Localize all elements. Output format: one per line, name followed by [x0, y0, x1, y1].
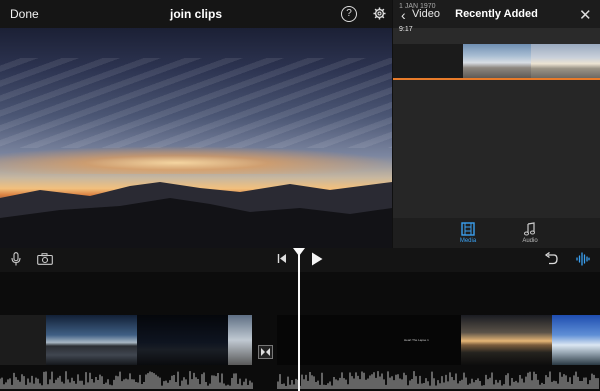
microphone-icon[interactable] — [11, 252, 21, 266]
undo-icon[interactable] — [544, 252, 558, 265]
play-icon[interactable] — [311, 252, 323, 266]
clip-thumbnail[interactable] — [463, 44, 531, 78]
timeline-clip[interactable] — [228, 315, 252, 365]
timeline-clip[interactable] — [0, 315, 46, 365]
timeline-clip[interactable] — [137, 315, 228, 365]
tab-media[interactable]: Media — [453, 218, 483, 248]
mountain-silhouette — [0, 182, 392, 248]
playhead-marker[interactable] — [293, 248, 305, 256]
tab-media-label: Media — [459, 238, 477, 244]
date-section-header — [393, 28, 600, 44]
audio-waveform-icon[interactable] — [576, 252, 590, 266]
video-viewer[interactable] — [0, 28, 392, 248]
music-note-icon — [524, 222, 535, 236]
playhead[interactable] — [298, 248, 300, 391]
clip-thumbnail[interactable] — [531, 44, 600, 78]
sky-clouds — [0, 58, 392, 148]
film-icon — [461, 222, 475, 236]
timeline-clip[interactable] — [46, 315, 137, 365]
clip-used-marker — [393, 78, 600, 80]
clip-duration: 9:17 — [399, 26, 413, 33]
timeline-clip[interactable] — [552, 315, 600, 365]
camera-icon[interactable] — [37, 253, 53, 265]
close-icon[interactable]: ✕ — [579, 6, 592, 24]
transition-icon[interactable] — [258, 345, 273, 359]
help-icon[interactable]: ? — [341, 6, 357, 22]
title-card-clip[interactable] — [277, 315, 461, 365]
title-card-text: Heart The Lapse 1 — [404, 338, 429, 342]
project-title: join clips — [169, 7, 222, 21]
date-label: 1 JAN 1970 — [399, 3, 436, 10]
media-tab-bar — [393, 218, 600, 248]
gear-icon[interactable] — [373, 7, 386, 20]
tab-audio[interactable]: Audio — [515, 218, 545, 248]
audio-waveform-track[interactable] — [0, 367, 600, 389]
skip-to-start-icon[interactable] — [277, 253, 287, 264]
timeline-clip[interactable] — [461, 315, 552, 365]
media-browser: ‹ Video Recently Added ✕ 1 JAN 1970 9:17… — [393, 0, 600, 248]
tab-audio-label: Audio — [522, 238, 538, 244]
